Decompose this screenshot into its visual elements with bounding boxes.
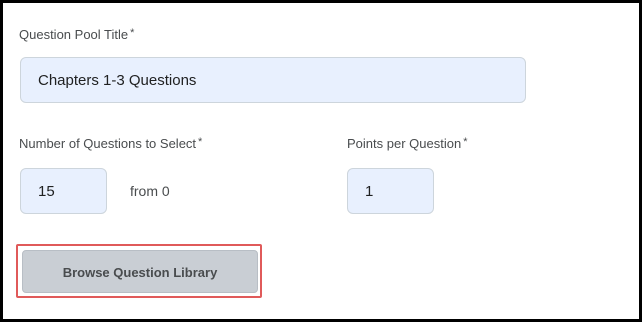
pool-title-required-marker: * [130,27,135,39]
num-questions-input[interactable] [20,168,107,214]
num-questions-required-marker: * [198,136,203,148]
from-count-text: from 0 [130,183,170,199]
points-label: Points per Question * [347,136,467,151]
pool-title-label: Question Pool Title * [19,27,134,42]
points-required-marker: * [463,136,468,148]
points-input[interactable] [347,168,434,214]
browse-question-library-button[interactable]: Browse Question Library [22,250,258,293]
question-pool-form: Question Pool Title* Number of Questions… [0,0,642,322]
num-questions-label-text: Number of Questions to Select [19,136,197,151]
pool-title-label-text: Question Pool Title [19,27,129,42]
pool-title-input[interactable] [20,57,526,103]
num-questions-label: Number of Questions to Select * [19,136,202,151]
points-label-text: Points per Question [347,136,462,151]
